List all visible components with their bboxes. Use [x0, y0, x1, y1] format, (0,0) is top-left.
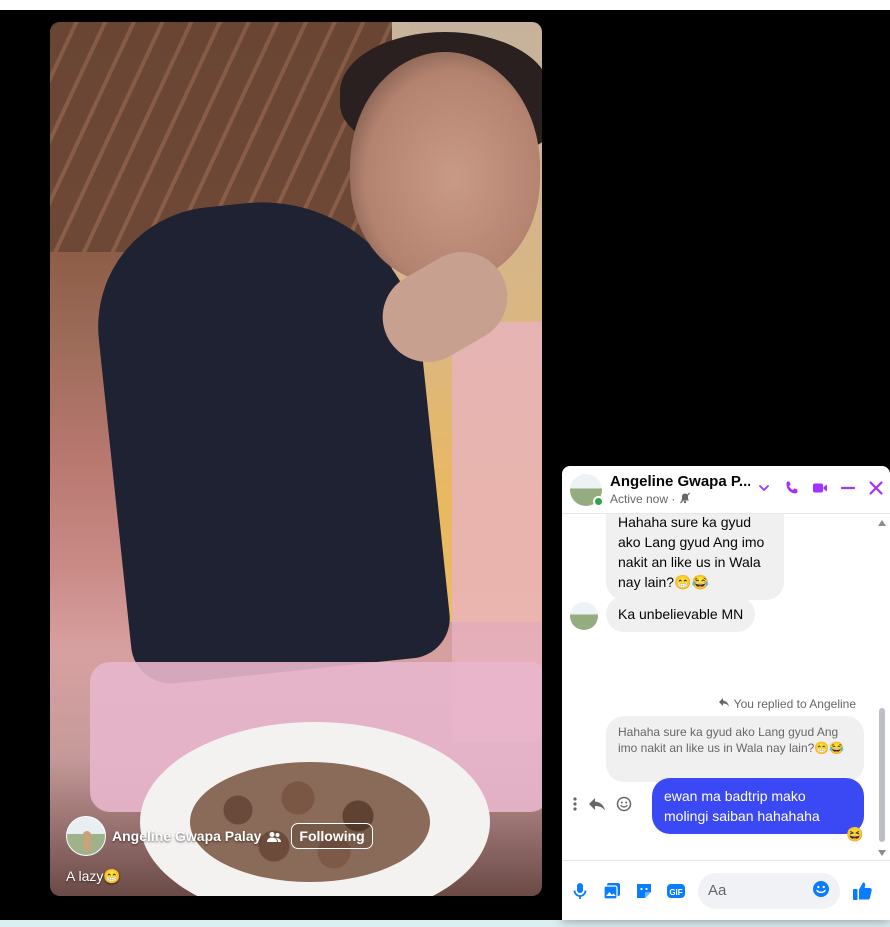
- quoted-message[interactable]: Hahaha sure ka gyud ako Lang gyud Ang im…: [606, 716, 864, 782]
- more-icon[interactable]: [572, 796, 578, 817]
- message-sender-avatar[interactable]: [570, 602, 598, 630]
- friends-icon: [267, 830, 282, 842]
- message-reaction[interactable]: 😆: [846, 826, 863, 843]
- bottom-strip: [0, 920, 890, 927]
- microphone-icon[interactable]: [570, 881, 590, 901]
- outgoing-message[interactable]: ewan ma badtrip mako molingi saiban haha…: [652, 778, 864, 834]
- gif-icon[interactable]: GIF: [666, 881, 686, 901]
- like-icon[interactable]: [852, 880, 874, 902]
- minimize-icon[interactable]: [840, 480, 856, 496]
- message-composer: GIF Aa: [562, 860, 890, 920]
- chevron-down-icon[interactable]: [756, 480, 772, 496]
- scroll-up-arrow[interactable]: [878, 520, 886, 526]
- reply-note-text: You replied to Angeline: [733, 696, 856, 711]
- chat-status-text: Active now ·: [610, 492, 676, 506]
- chat-contact-info[interactable]: Angeline Gwapa P... Active now ·: [610, 473, 750, 507]
- sticker-icon[interactable]: [634, 881, 654, 901]
- chat-status-row: Active now ·: [610, 492, 750, 507]
- following-button[interactable]: Following: [291, 823, 373, 849]
- chat-contact-name: Angeline Gwapa P...: [610, 472, 750, 490]
- video-person-face: [350, 52, 540, 282]
- message-scrollbar[interactable]: [876, 518, 888, 858]
- photo-icon[interactable]: [602, 881, 622, 901]
- reel-author-name[interactable]: Angeline Gwapa Palay: [112, 828, 261, 844]
- svg-text:GIF: GIF: [669, 888, 682, 897]
- message-actions: [572, 796, 632, 817]
- scroll-thumb[interactable]: [879, 708, 885, 842]
- scroll-down-arrow[interactable]: [878, 850, 886, 856]
- online-status-dot: [593, 495, 604, 507]
- message-input-placeholder: Aa: [708, 882, 727, 899]
- emoji-icon[interactable]: [616, 796, 632, 817]
- close-icon[interactable]: [868, 480, 884, 496]
- emoji-picker-icon[interactable]: [812, 880, 830, 902]
- video-camera-icon[interactable]: [812, 480, 828, 496]
- phone-icon[interactable]: [784, 480, 800, 496]
- top-strip: [0, 0, 890, 10]
- reel-author-avatar[interactable]: [66, 816, 106, 856]
- reel-video[interactable]: [50, 22, 542, 896]
- chat-header: Angeline Gwapa P... Active now ·: [562, 466, 890, 514]
- message-input[interactable]: Aa: [698, 872, 840, 909]
- reply-icon: [718, 696, 730, 711]
- incoming-message[interactable]: Hahaha sure ka gyud ako Lang gyud Ang im…: [606, 514, 784, 600]
- reply-indicator: You replied to Angeline: [718, 696, 856, 711]
- message-list[interactable]: Hahaha sure ka gyud ako Lang gyud Ang im…: [562, 514, 876, 860]
- reel-author-row: Angeline Gwapa Palay Following: [66, 816, 373, 856]
- muted-icon: [679, 492, 691, 507]
- chat-window: Angeline Gwapa P... Active now · Hahaha …: [562, 466, 890, 920]
- chat-header-actions: [756, 480, 884, 496]
- incoming-message[interactable]: Ka unbelievable MN: [606, 596, 756, 632]
- chat-contact-avatar[interactable]: [570, 473, 604, 507]
- reply-icon[interactable]: [588, 796, 606, 817]
- reel-caption: A lazy😁: [66, 868, 121, 884]
